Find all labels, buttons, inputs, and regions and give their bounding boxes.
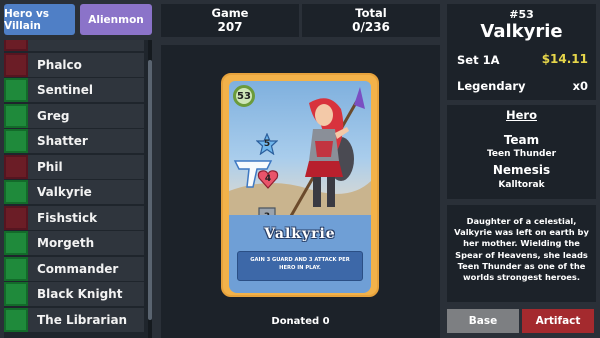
list-item-label: Phalco: [37, 57, 82, 72]
artifact-button[interactable]: Artifact: [522, 309, 594, 333]
list-item[interactable]: Fishstick: [4, 205, 144, 230]
list-item[interactable]: Greg: [4, 103, 144, 128]
list-item-label: The Librarian: [37, 312, 128, 327]
list-item-label: Black Knight: [37, 287, 123, 301]
bio-text: Daughter of a celestial, Valkyrie was le…: [454, 216, 589, 282]
guard-star-badge: 5: [256, 133, 278, 155]
list-item[interactable]: Valkyrie: [4, 180, 144, 204]
list-scrollbar[interactable]: [148, 40, 152, 338]
ownership-swatch: [4, 129, 28, 153]
ownership-swatch: [4, 40, 28, 51]
list-item[interactable]: Black Knight: [4, 282, 144, 306]
card-detail-header: #53 Valkyrie Set 1A $14.11 Legendary x0: [447, 4, 596, 100]
list-item-label: Fishstick: [37, 210, 98, 225]
list-item[interactable]: Sentinel: [4, 78, 144, 102]
card-text-area: Valkyrie GAIN 3 GUARD AND 3 ATTACK PER H…: [229, 215, 371, 293]
owned-count: x0: [572, 79, 588, 93]
attack-heart-badge: 4: [257, 168, 279, 190]
list-item-label: Shatter: [37, 134, 88, 148]
set-label: Set 1A: [457, 53, 500, 67]
ownership-swatch: [4, 52, 28, 77]
total-value: 0/236: [352, 20, 390, 34]
list-item[interactable]: Morgeth: [4, 231, 144, 255]
ownership-swatch: [4, 78, 28, 102]
card-kind-label: Hero: [506, 108, 537, 122]
list-item-label: Commander: [37, 261, 119, 276]
list-item-label: Morgeth: [37, 236, 95, 250]
hero-card[interactable]: 53 5 4 3 Valkyrie GAIN 3 GUARD AND 3 ATT…: [221, 73, 379, 297]
list-item[interactable]: Phil: [4, 154, 144, 179]
list-item[interactable]: Phalco: [4, 52, 144, 77]
guard-value: 5: [263, 139, 271, 149]
list-item-label: Phil: [37, 159, 63, 174]
team-value: Teen Thunder: [486, 149, 557, 159]
nemesis-label: Nemesis: [492, 163, 551, 177]
game-label: Game: [211, 6, 249, 20]
base-button[interactable]: Base: [447, 309, 519, 333]
ownership-swatch: [4, 154, 28, 179]
card-bio-panel: Daughter of a celestial, Valkyrie was le…: [447, 205, 596, 302]
cost-badge: 53: [233, 85, 255, 107]
ownership-swatch: [4, 282, 28, 306]
ownership-swatch: [4, 256, 28, 281]
card-title: Valkyrie: [480, 21, 563, 42]
team-label: Team: [503, 133, 540, 147]
card-name: Valkyrie: [264, 226, 336, 242]
price-value: $14.11: [541, 52, 588, 66]
list-item-label: Sentinel: [37, 83, 93, 97]
total-label: Total: [355, 6, 387, 20]
game-value: 207: [217, 20, 243, 34]
attack-value: 4: [264, 174, 272, 184]
card-ability-text: GAIN 3 GUARD AND 3 ATTACK PER HERO IN PL…: [237, 251, 363, 281]
card-preview-panel: 53 5 4 3 Valkyrie GAIN 3 GUARD AND 3 ATT…: [161, 45, 440, 338]
game-stat: Game 207: [161, 4, 299, 37]
ownership-swatch: [4, 231, 28, 255]
scrollbar-thumb[interactable]: [148, 60, 152, 320]
list-item[interactable]: [4, 40, 144, 51]
list-item-label: Valkyrie: [37, 185, 92, 199]
list-item[interactable]: Commander: [4, 256, 144, 281]
list-item[interactable]: The Librarian: [4, 307, 144, 332]
rarity-label: Legendary: [457, 79, 526, 93]
ownership-swatch: [4, 180, 28, 204]
donated-count: Donated 0: [271, 316, 330, 327]
card-list[interactable]: Phalco Sentinel Greg Shatter Phil Valkyrie Fis…: [4, 40, 152, 338]
tab-alienmon[interactable]: Alienmon: [80, 4, 152, 35]
tab-hero-vs-villain[interactable]: Hero vs Villain: [4, 4, 75, 35]
list-item-label: Greg: [37, 108, 70, 123]
ownership-swatch: [4, 205, 28, 230]
total-stat: Total 0/236: [302, 4, 440, 37]
ownership-swatch: [4, 103, 28, 128]
ownership-swatch: [4, 307, 28, 332]
nemesis-value: Kalltorak: [498, 180, 545, 190]
card-info-panel: Hero Team Teen Thunder Nemesis Kalltorak: [447, 105, 596, 199]
list-item[interactable]: Shatter: [4, 129, 144, 153]
card-number: #53: [509, 8, 534, 21]
